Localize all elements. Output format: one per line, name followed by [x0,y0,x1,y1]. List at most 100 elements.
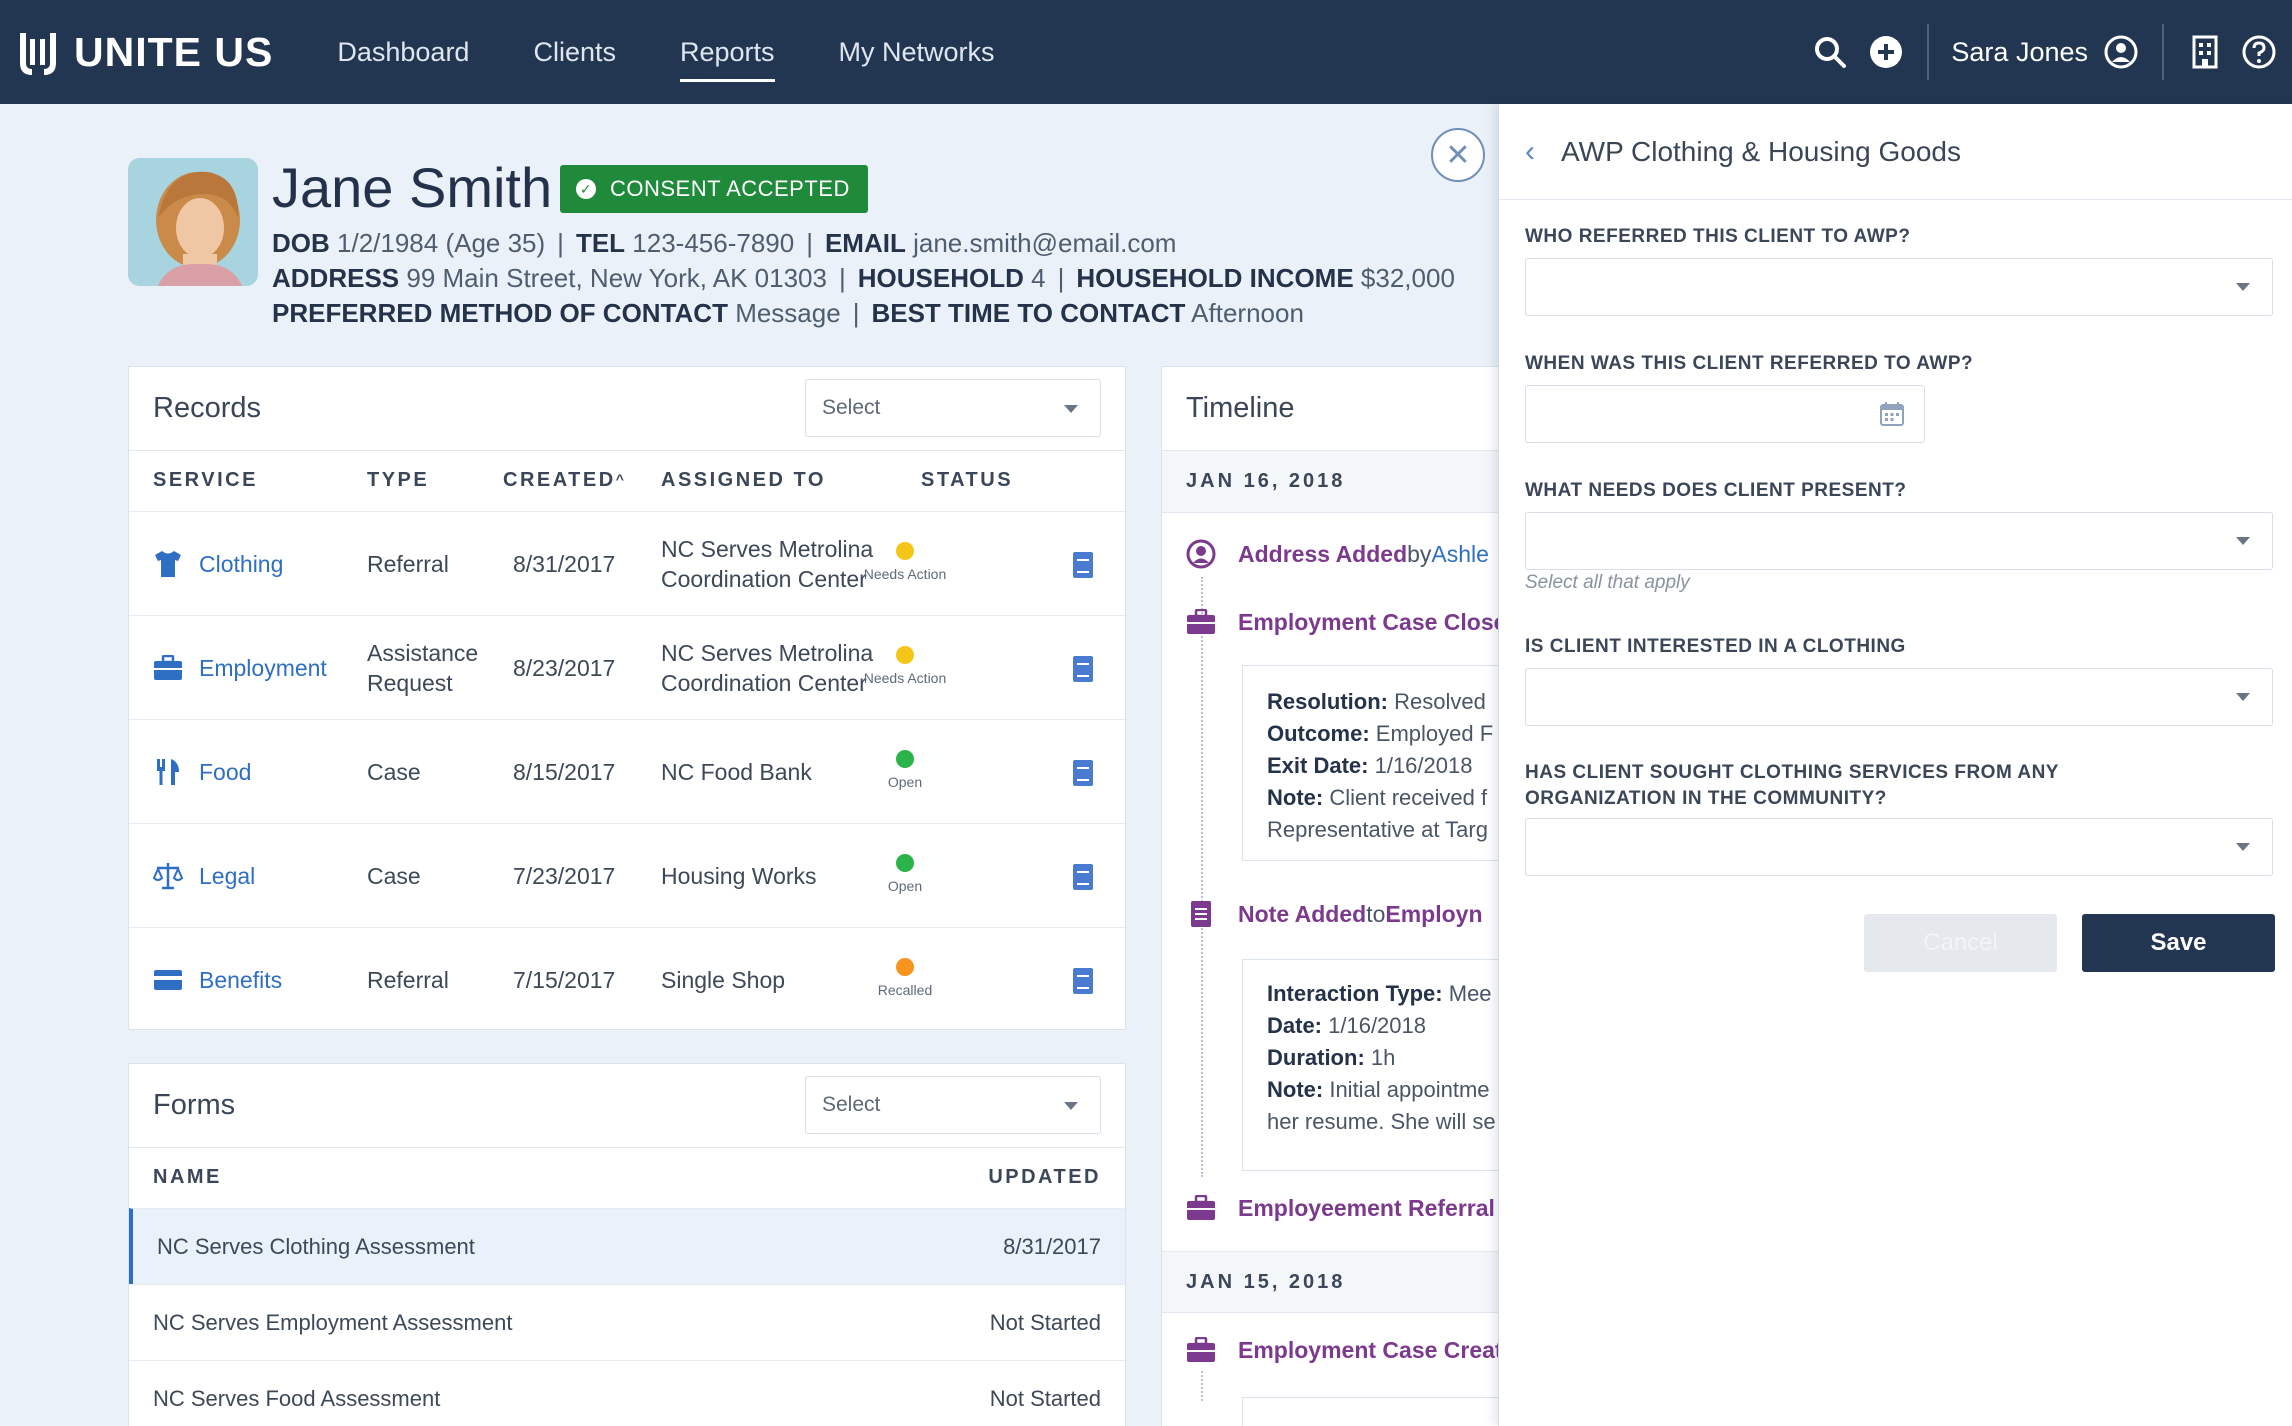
dob-label: DOB [272,228,330,258]
close-icon[interactable]: ✕ [1431,128,1485,182]
dob-value: 1/2/1984 (Age 35) [337,228,546,258]
timeline-event[interactable]: Note Added to Employn [1186,899,1483,929]
email-label: EMAIL [824,228,906,258]
cancel-button[interactable]: Cancel [1864,914,2057,972]
chevron-down-icon [1064,405,1078,413]
chevron-down-icon [2236,283,2250,291]
records-select[interactable]: Select [805,379,1101,437]
detail-value: 1/16/2018 [1322,1013,1426,1038]
table-row[interactable]: Benefits Referral 7/15/2017 Single Shop … [129,927,1125,1031]
nav-my-networks[interactable]: My Networks [839,0,995,104]
service-cell[interactable]: Benefits [153,965,282,995]
logo-text: UNITE US [74,28,274,75]
building-icon[interactable] [2186,33,2224,71]
address-label: ADDRESS [272,263,400,293]
table-row[interactable]: Legal Case 7/23/2017 Housing Works Open [129,823,1125,927]
client-name: Jane Smith [272,156,553,219]
service-cell[interactable]: Employment [153,653,327,683]
best-time-label: BEST TIME TO CONTACT [871,298,1186,328]
created-cell: 7/23/2017 [513,863,616,889]
form-row-selected[interactable]: NC Serves Clothing Assessment 8/31/2017 [129,1208,1125,1284]
referred-by-select[interactable] [1525,258,2273,316]
created-cell: 8/23/2017 [513,655,616,681]
clothing-interest-select[interactable] [1525,668,2273,726]
service-cell[interactable]: Clothing [153,549,283,579]
user-name[interactable]: Sara Jones [1951,37,2088,68]
email-value: jane.smith@email.com [913,228,1177,258]
nav-dashboard[interactable]: Dashboard [337,0,469,104]
status-badge: Open [845,750,965,790]
status-badge: Needs Action [845,542,965,582]
document-icon[interactable] [1073,864,1093,890]
client-info-line-2: ADDRESS 99 Main Street, New York, AK 013… [272,263,1455,293]
event-author: Ashle [1431,540,1489,567]
panel-header: ‹ AWP Clothing & Housing Goods [1499,104,2292,200]
timeline-detail-box: Resolution: Resolved Outcome: Employed F… [1242,665,1498,861]
document-icon[interactable] [1073,760,1093,786]
status-badge: Recalled [845,958,965,998]
referral-date-input[interactable] [1525,385,1925,443]
detail-outcome: Outcome: Employed F [1267,718,1498,750]
table-row[interactable]: Food Case 8/15/2017 NC Food Bank Open [129,719,1125,823]
form-row[interactable]: NC Serves Employment Assessment Not Star… [129,1284,1125,1360]
tel-label: TEL [575,228,626,258]
calendar-icon[interactable] [1880,402,1904,426]
detail-duration: Duration: 1h [1267,1042,1498,1074]
timeline-event[interactable]: Employment Case Creat [1186,1335,1498,1365]
status-badge: Open [845,854,965,894]
table-row[interactable]: Clothing Referral 8/31/2017 NC Serves Me… [129,511,1125,615]
detail-note: Note: Initial appointme [1267,1074,1498,1106]
contact-method-value: Message [735,298,841,328]
search-icon[interactable] [1811,33,1849,71]
chevron-left-icon[interactable]: ‹ [1525,135,1535,169]
th-service: SERVICE [153,469,258,491]
status-text: Open [887,774,923,790]
sought-services-select[interactable] [1525,818,2273,876]
detail-label: Exit Date: [1267,753,1369,778]
timeline-line [1201,577,1203,1177]
type-cell: Referral [367,551,449,577]
best-time-value: Afternoon [1191,298,1304,328]
service-cell[interactable]: Food [153,757,251,787]
needs-multiselect[interactable] [1525,512,2273,570]
event-title: Employment Case Close [1238,608,1498,635]
question-label: WHAT NEEDS DOES CLIENT PRESENT? [1525,480,1907,501]
chevron-down-icon [2236,693,2250,701]
document-icon[interactable] [1073,656,1093,682]
save-button[interactable]: Save [2082,914,2275,972]
consent-badge: ✓ CONSENT ACCEPTED [560,165,868,213]
detail-value: Resolved [1388,689,1486,714]
help-icon[interactable] [2240,33,2278,71]
user-avatar-icon[interactable] [2102,33,2140,71]
briefcase-icon [153,653,183,683]
form-row[interactable]: NC Serves Food Assessment Not Started [129,1360,1125,1426]
question-label: HAS CLIENT SOUGHT CLOTHING SERVICES FROM… [1525,760,2059,812]
table-row[interactable]: Employment Assistance Request 8/23/2017 … [129,615,1125,719]
document-icon[interactable] [1073,968,1093,994]
logo[interactable]: UNITE US [18,29,273,76]
detail-label: Outcome: [1267,721,1370,746]
timeline-event[interactable]: Employeement Referral [1186,1193,1495,1223]
unite-us-logo-icon [20,33,56,75]
type-cell: Assistance Request [367,640,479,696]
th-created[interactable]: CREATED^ [503,469,626,492]
forms-header: Forms Select [129,1064,1125,1148]
service-cell[interactable]: Legal [153,861,255,891]
timeline-event[interactable]: Employment Case Close [1186,607,1498,637]
timeline-event[interactable]: Address Added by Ashle [1186,539,1489,569]
timeline-date: JAN 15, 2018 [1162,1251,1498,1313]
th-updated: UPDATED [988,1166,1101,1188]
chevron-down-icon [2236,537,2250,545]
detail-label: Interaction Type: [1267,981,1443,1006]
form-updated: 8/31/2017 [1003,1233,1101,1259]
household-label: HOUSEHOLD [857,263,1024,293]
add-circle-icon[interactable] [1867,33,1905,71]
detail-note-cont: her resume. She will se [1267,1109,1496,1134]
form-updated: Not Started [989,1309,1101,1335]
nav-reports[interactable]: Reports [679,0,775,104]
th-status: STATUS [921,469,1014,491]
event-target: Employn [1385,900,1483,927]
document-icon[interactable] [1073,552,1093,578]
forms-select[interactable]: Select [805,1076,1101,1134]
nav-clients[interactable]: Clients [533,0,616,104]
